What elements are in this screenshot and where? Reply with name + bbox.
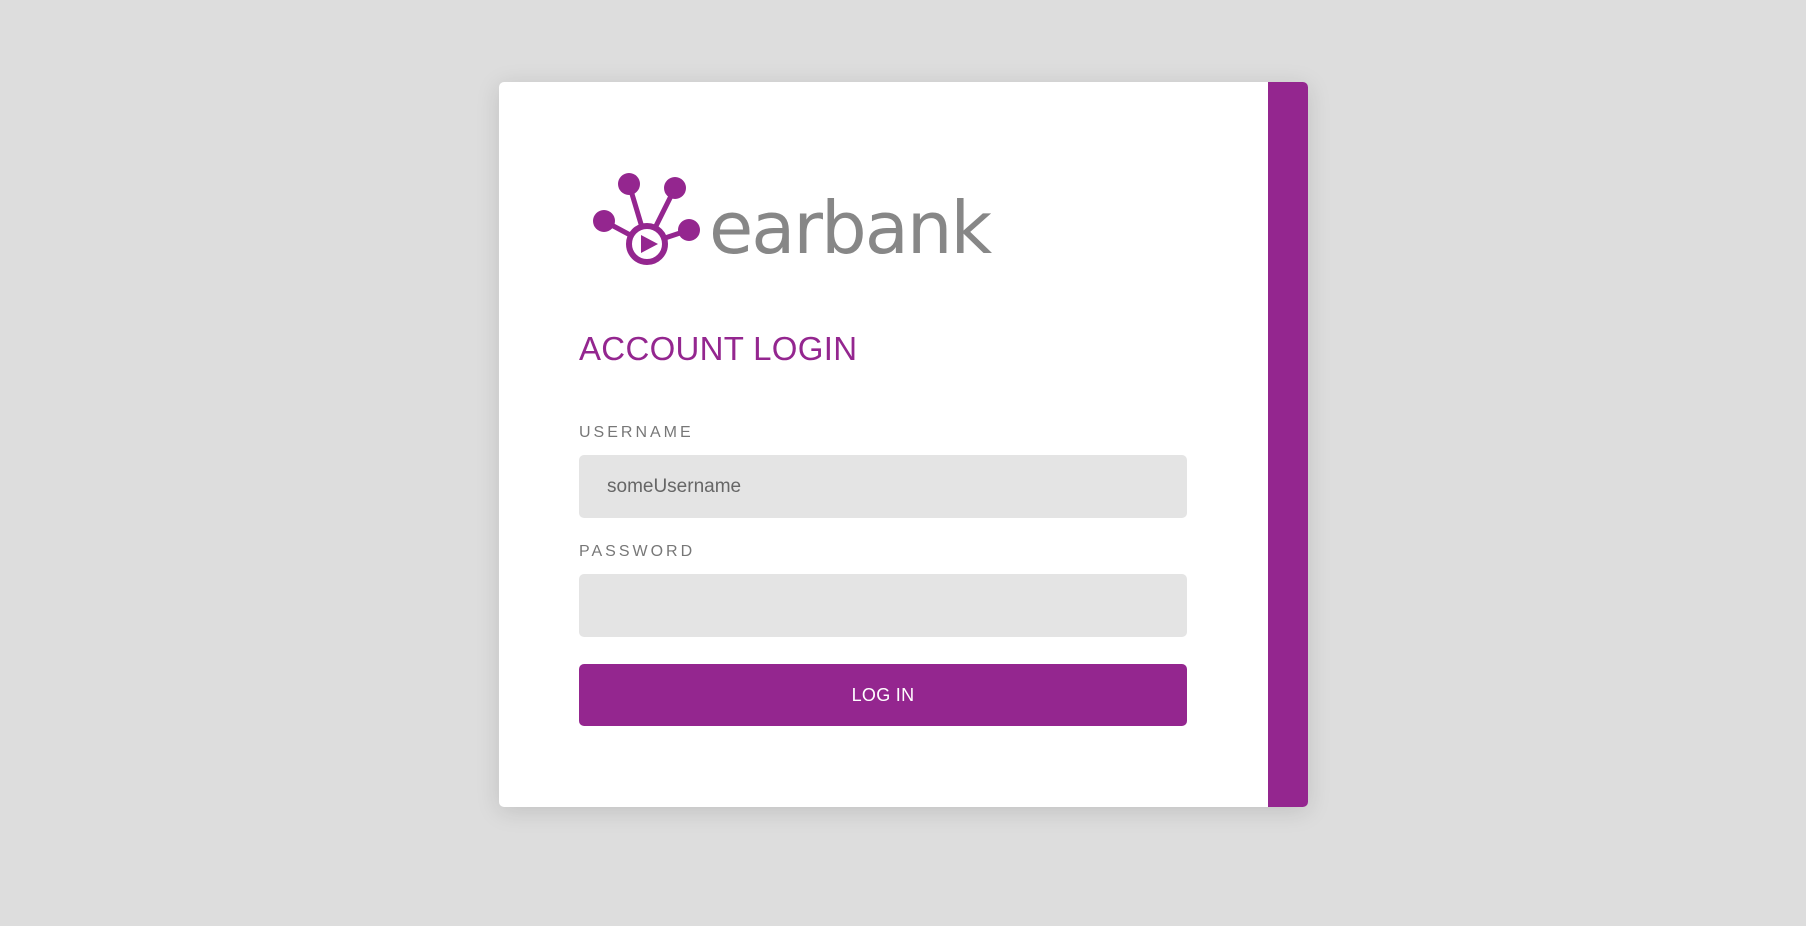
brand-wordmark: earbank [709, 186, 992, 270]
earbank-node-play-icon [593, 173, 700, 265]
login-card: earbank ACCOUNT LOGIN USERNAME PASSWORD … [499, 82, 1308, 807]
brand-logo: earbank [591, 172, 992, 270]
username-label: USERNAME [579, 424, 694, 441]
username-input[interactable] [579, 455, 1187, 518]
page-title: ACCOUNT LOGIN [579, 330, 858, 367]
password-label: PASSWORD [579, 543, 696, 560]
password-input[interactable] [579, 574, 1187, 637]
accent-bar [1268, 82, 1308, 807]
login-button[interactable]: LOG IN [579, 664, 1187, 726]
